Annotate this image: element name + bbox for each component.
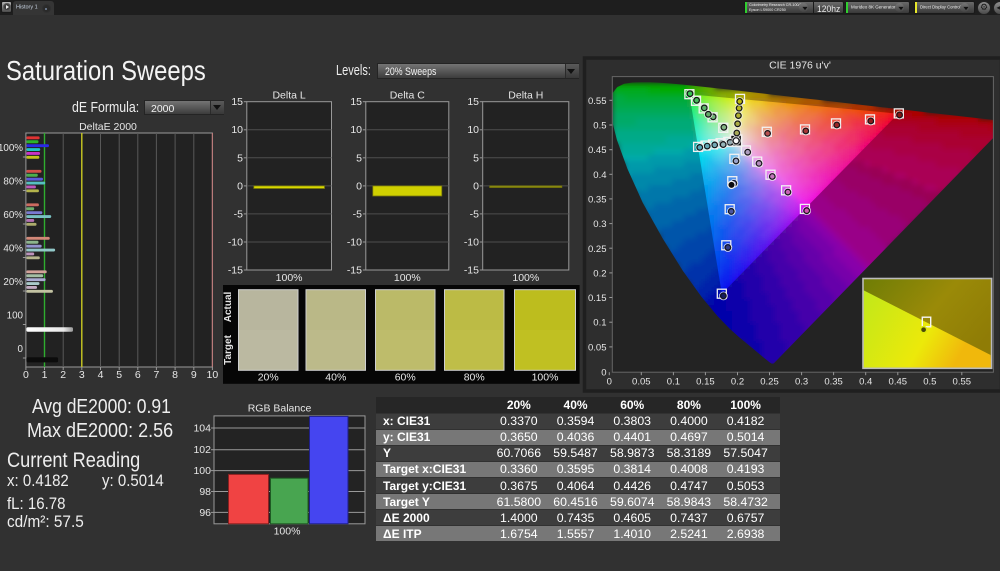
- svg-text:Delta C: Delta C: [390, 90, 425, 102]
- svg-text:-15: -15: [464, 265, 479, 277]
- svg-text:0.2: 0.2: [731, 376, 744, 387]
- svg-text:0.05: 0.05: [632, 376, 651, 387]
- svg-text:4: 4: [98, 369, 104, 381]
- svg-text:100%: 100%: [394, 272, 421, 284]
- svg-text:0.55: 0.55: [953, 376, 972, 387]
- svg-text:9: 9: [191, 369, 197, 381]
- svg-text:0: 0: [473, 180, 479, 192]
- svg-text:0.1: 0.1: [667, 376, 680, 387]
- svg-text:-5: -5: [470, 208, 479, 220]
- svg-text:Actual: Actual: [223, 291, 234, 322]
- svg-text:0.15: 0.15: [588, 293, 607, 304]
- svg-text:-5: -5: [353, 208, 362, 220]
- svg-text:0: 0: [356, 180, 362, 192]
- svg-text:3: 3: [79, 369, 85, 381]
- svg-text:100%: 100%: [532, 372, 559, 384]
- svg-text:Delta L: Delta L: [272, 90, 305, 102]
- svg-text:15: 15: [350, 96, 362, 108]
- svg-text:60%: 60%: [395, 372, 416, 384]
- svg-text:CIE 1976 u'v': CIE 1976 u'v': [769, 60, 831, 72]
- svg-text:8: 8: [172, 369, 178, 381]
- svg-text:100%: 100%: [0, 143, 23, 154]
- svg-text:40%: 40%: [3, 244, 23, 255]
- svg-text:5: 5: [237, 152, 243, 164]
- svg-text:Delta H: Delta H: [508, 90, 543, 102]
- svg-text:10: 10: [207, 369, 219, 381]
- svg-text:0.3: 0.3: [795, 376, 808, 387]
- svg-text:0.5: 0.5: [593, 121, 606, 132]
- svg-text:-15: -15: [228, 265, 243, 277]
- svg-text:80%: 80%: [3, 177, 23, 188]
- svg-text:0.05: 0.05: [588, 342, 607, 353]
- svg-text:0.4: 0.4: [859, 376, 872, 387]
- svg-text:RGB Balance: RGB Balance: [248, 403, 312, 415]
- svg-text:100%: 100%: [276, 272, 303, 284]
- svg-text:0.5: 0.5: [923, 376, 936, 387]
- svg-text:0.25: 0.25: [760, 376, 779, 387]
- svg-text:DeltaE 2000: DeltaE 2000: [79, 121, 137, 133]
- svg-text:0.2: 0.2: [593, 268, 606, 279]
- svg-text:0.35: 0.35: [588, 194, 607, 205]
- svg-text:1: 1: [42, 369, 48, 381]
- svg-text:10: 10: [467, 124, 479, 136]
- svg-text:0.45: 0.45: [889, 376, 908, 387]
- svg-text:0: 0: [18, 344, 24, 355]
- svg-text:7: 7: [153, 369, 159, 381]
- svg-text:20%: 20%: [258, 372, 279, 384]
- svg-text:-15: -15: [347, 265, 362, 277]
- svg-text:0.3: 0.3: [593, 219, 606, 230]
- svg-text:15: 15: [467, 96, 479, 108]
- svg-text:60%: 60%: [3, 210, 23, 221]
- svg-text:0: 0: [607, 376, 612, 387]
- svg-text:104: 104: [193, 423, 211, 435]
- svg-text:10: 10: [231, 124, 243, 136]
- svg-text:0.45: 0.45: [588, 145, 607, 156]
- svg-text:102: 102: [193, 444, 211, 456]
- svg-text:98: 98: [199, 486, 211, 498]
- svg-text:80%: 80%: [464, 372, 485, 384]
- svg-text:100%: 100%: [274, 526, 301, 538]
- svg-text:5: 5: [116, 369, 122, 381]
- svg-text:Target: Target: [223, 334, 234, 364]
- svg-text:15: 15: [231, 96, 243, 108]
- svg-text:0.15: 0.15: [696, 376, 715, 387]
- svg-text:0.35: 0.35: [824, 376, 843, 387]
- svg-text:0.4: 0.4: [593, 170, 606, 181]
- svg-text:-5: -5: [234, 208, 243, 220]
- svg-text:0.55: 0.55: [588, 96, 607, 107]
- svg-text:5: 5: [473, 152, 479, 164]
- svg-text:10: 10: [350, 124, 362, 136]
- svg-text:0: 0: [23, 369, 29, 381]
- svg-text:96: 96: [199, 507, 211, 519]
- svg-text:-10: -10: [228, 237, 243, 249]
- svg-text:6: 6: [135, 369, 141, 381]
- svg-text:40%: 40%: [325, 372, 346, 384]
- svg-text:-10: -10: [347, 237, 362, 249]
- svg-text:0.1: 0.1: [593, 318, 606, 329]
- svg-text:2: 2: [60, 369, 66, 381]
- svg-text:0.25: 0.25: [588, 244, 607, 255]
- svg-text:5: 5: [356, 152, 362, 164]
- svg-text:-10: -10: [464, 237, 479, 249]
- svg-text:100: 100: [7, 311, 24, 322]
- svg-text:20%: 20%: [3, 277, 23, 288]
- svg-text:0: 0: [237, 180, 243, 192]
- svg-text:100%: 100%: [512, 272, 539, 284]
- svg-text:100: 100: [193, 465, 211, 477]
